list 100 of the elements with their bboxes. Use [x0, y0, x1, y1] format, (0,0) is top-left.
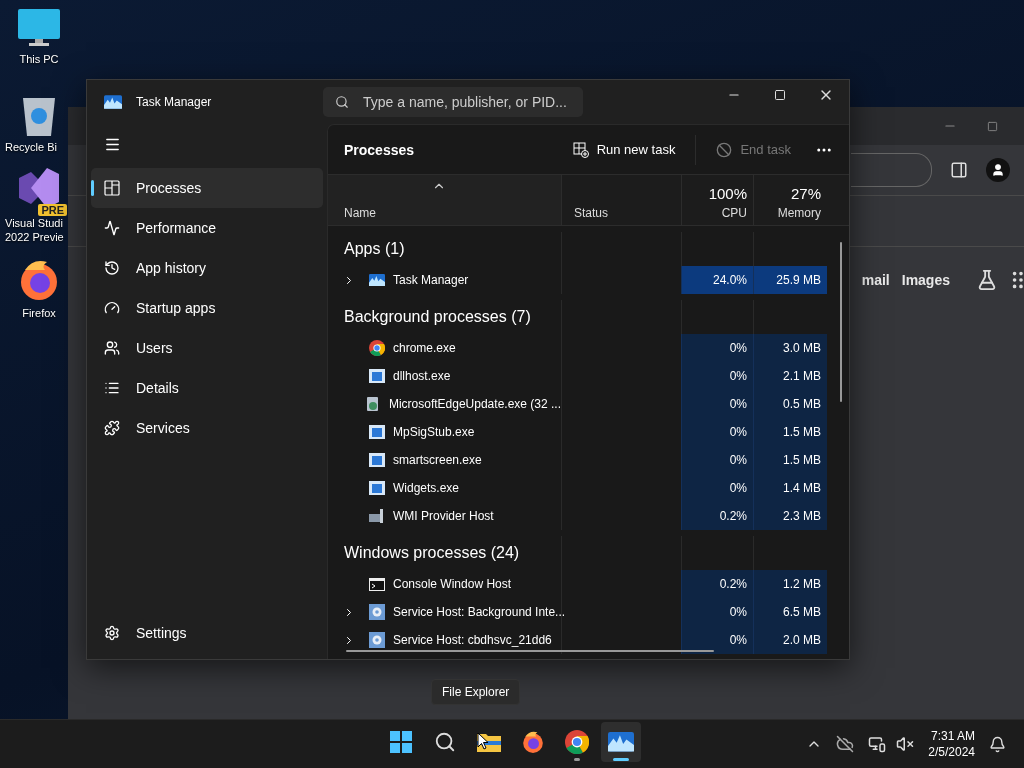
- installer-icon: [364, 396, 381, 412]
- cpu-cell: 0.2%: [681, 502, 753, 530]
- cpu-cell: 0%: [681, 626, 753, 654]
- task-manager-icon: [104, 95, 122, 109]
- puzzle-icon: [104, 420, 120, 436]
- memory-cell: 3.0 MB: [753, 334, 827, 362]
- clock[interactable]: 7:31 AM 2/5/2024: [928, 728, 975, 760]
- cpu-cell: 0%: [681, 474, 753, 502]
- browser-link[interactable]: Images: [901, 272, 950, 288]
- cpu-cell: 0%: [681, 418, 753, 446]
- side-panel-icon[interactable]: [950, 161, 968, 179]
- firefox-icon: [521, 730, 545, 754]
- task-manager-icon: [369, 274, 385, 286]
- cursor-icon: [477, 732, 489, 750]
- process-name: MicrosoftEdgeUpdate.exe (32 ...: [388, 397, 561, 411]
- cpu-cell: 0%: [681, 362, 753, 390]
- page-title: Processes: [344, 141, 416, 158]
- app-window-icon: [369, 369, 385, 383]
- tooltip: File Explorer: [431, 679, 521, 705]
- pre-badge: PRE: [38, 204, 67, 216]
- settings-icon: [104, 625, 120, 641]
- nav-item[interactable]: Processes: [91, 168, 323, 208]
- desktop-icon-label[interactable]: This PC: [19, 52, 59, 66]
- memory-cell: 1.4 MB: [753, 474, 827, 502]
- group-header: Apps (1): [343, 239, 406, 259]
- search-field[interactable]: Type a name, publisher, or PID...: [323, 87, 583, 117]
- memory-cell: 6.5 MB: [753, 598, 827, 626]
- process-name: dllhost.exe: [393, 369, 451, 383]
- memory-cell: 2.0 MB: [753, 626, 827, 654]
- gauge-icon: [104, 300, 120, 316]
- memory-cell: 1.5 MB: [753, 446, 827, 474]
- process-name: WMI Provider Host: [393, 509, 494, 523]
- memory-cell: 2.1 MB: [753, 362, 827, 390]
- list-icon: [104, 380, 120, 396]
- address-bar[interactable]: [851, 153, 932, 187]
- profile-avatar[interactable]: [986, 158, 1010, 182]
- desktop-icon-label[interactable]: Firefox: [22, 306, 56, 320]
- vertical-scrollbar[interactable]: [840, 242, 842, 402]
- group-header: Background processes (7): [343, 307, 532, 327]
- process-name: Service Host: Background Inte...: [393, 605, 566, 619]
- cpu-cell: 0%: [681, 334, 753, 362]
- window-title: Task Manager: [136, 95, 212, 109]
- history-icon: [104, 260, 120, 276]
- monitor-icon: [17, 8, 61, 48]
- ban-icon: [716, 141, 733, 158]
- column-header[interactable]: Memory: [777, 206, 821, 220]
- flask-icon[interactable]: [976, 269, 998, 291]
- process-name: Task Manager: [393, 273, 469, 287]
- run-new-task-button[interactable]: Run new task: [560, 133, 688, 166]
- settings-nav-item[interactable]: Settings: [91, 613, 323, 653]
- chrome-icon: [565, 730, 589, 754]
- column-header[interactable]: Status: [574, 206, 609, 220]
- search-icon: [434, 731, 456, 753]
- gear-icon: [369, 632, 385, 648]
- process-name: chrome.exe: [393, 341, 456, 355]
- windows-logo-icon: [390, 731, 412, 753]
- process-name: smartscreen.exe: [393, 453, 482, 467]
- network-icon[interactable]: [868, 735, 887, 753]
- nav-item[interactable]: Details: [91, 368, 323, 408]
- process-name: Widgets.exe: [393, 481, 460, 495]
- nav-item[interactable]: Services: [91, 408, 323, 448]
- nav-item[interactable]: Users: [91, 328, 323, 368]
- task-manager-icon: [608, 732, 634, 752]
- column-total: 100%: [708, 185, 747, 202]
- maximize-icon: [774, 89, 786, 101]
- chrome-icon: [369, 340, 385, 356]
- desktop-icon-label[interactable]: Recycle Bi: [0, 140, 57, 154]
- nav-item[interactable]: App history: [91, 248, 323, 288]
- app-window-icon: [369, 481, 385, 495]
- cpu-cell: 0.2%: [681, 570, 753, 598]
- process-name: MpSigStub.exe: [393, 425, 475, 439]
- grid-icon: [104, 180, 120, 196]
- nav-item[interactable]: Performance: [91, 208, 323, 248]
- memory-cell: 2.3 MB: [753, 502, 827, 530]
- app-window-icon: [369, 425, 385, 439]
- process-name: Service Host: cbdhsvc_21dd6: [393, 633, 552, 647]
- volume-muted-icon[interactable]: [896, 735, 915, 753]
- memory-cell: 0.5 MB: [753, 390, 827, 418]
- column-header[interactable]: CPU: [721, 206, 747, 220]
- notification-bell-icon[interactable]: [989, 735, 1006, 753]
- process-name: Console Window Host: [393, 577, 512, 591]
- taskbar-app[interactable]: [601, 722, 641, 762]
- memory-cell: 1.5 MB: [753, 418, 827, 446]
- cpu-cell: 0%: [681, 598, 753, 626]
- cpu-cell: 0%: [681, 390, 753, 418]
- cpu-cell: 24.0%: [681, 266, 753, 294]
- cloud-off-icon[interactable]: [836, 735, 855, 753]
- browser-link[interactable]: mail: [861, 272, 890, 288]
- gear-icon: [369, 604, 385, 620]
- horizontal-scrollbar[interactable]: [346, 650, 714, 652]
- nav-item[interactable]: Startup apps: [91, 288, 323, 328]
- activity-icon: [104, 220, 120, 236]
- maximize-icon[interactable]: [987, 120, 998, 132]
- column-header[interactable]: Name: [344, 206, 376, 220]
- column-total: 27%: [790, 185, 821, 202]
- memory-cell: 25.9 MB: [753, 266, 827, 294]
- search-icon: [335, 95, 349, 109]
- desktop-icon-label[interactable]: Visual Studi 2022 Previe: [0, 216, 64, 244]
- memory-cell: 1.2 MB: [753, 570, 827, 598]
- new-task-icon: [572, 141, 589, 158]
